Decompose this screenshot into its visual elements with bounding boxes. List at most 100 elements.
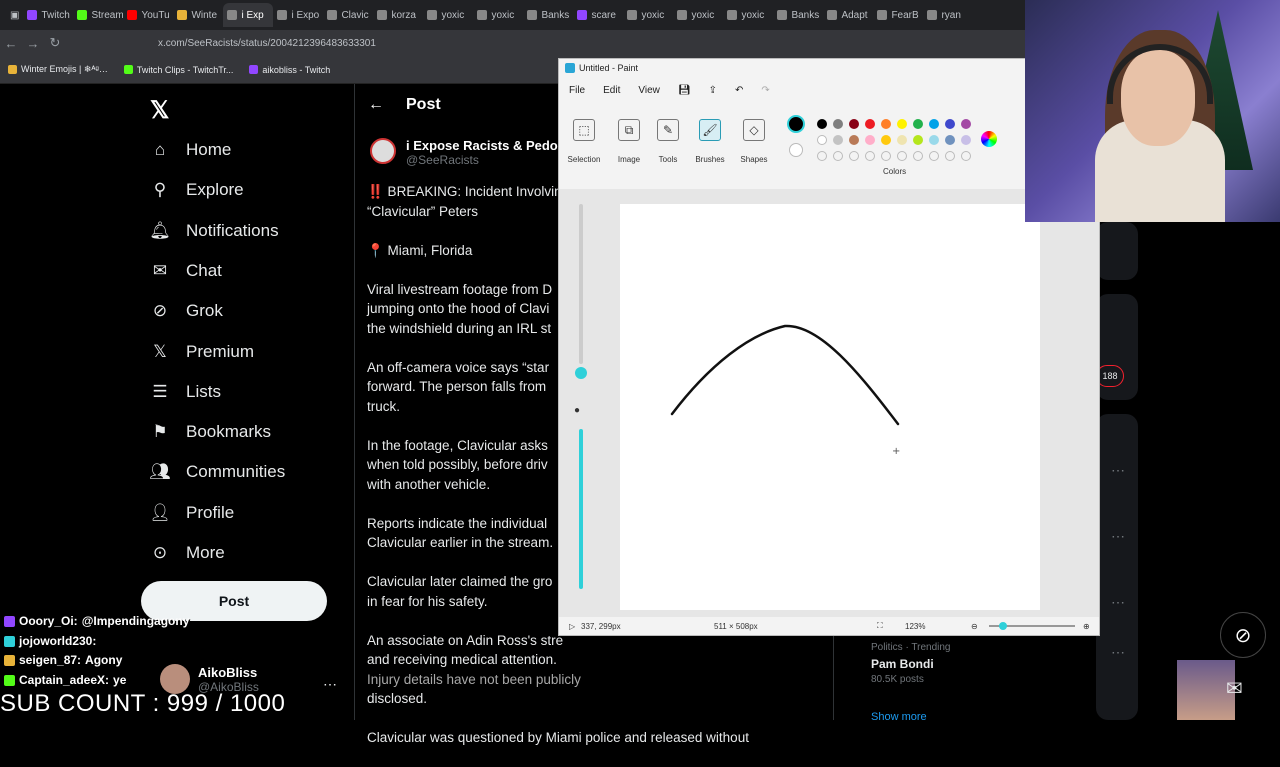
opacity-slider[interactable] xyxy=(579,429,583,589)
color-swatch[interactable] xyxy=(945,135,955,145)
color-swatch[interactable] xyxy=(897,119,907,129)
menu-edit[interactable]: Edit xyxy=(603,85,620,96)
tab-switcher-icon[interactable]: ▣ xyxy=(6,3,23,27)
tools-group[interactable]: ✎ Tools xyxy=(655,119,681,164)
brushes-tool[interactable]: 🖌︎ Brushes xyxy=(693,119,727,164)
author-handle[interactable]: @SeeRacists xyxy=(406,153,565,167)
back-icon[interactable]: ← xyxy=(0,36,22,51)
custom-color-slot[interactable] xyxy=(929,151,939,161)
primary-color[interactable] xyxy=(787,115,805,133)
messages-fab-icon[interactable]: ✉ xyxy=(1226,676,1243,701)
trend-item[interactable]: Politics · Trending Pam Bondi 80.5K post… xyxy=(871,642,950,685)
nav-item-communities[interactable]: 👥︎ Communities xyxy=(149,462,285,482)
nav-item-chat[interactable]: ✉ Chat xyxy=(150,261,222,281)
color-swatch[interactable] xyxy=(897,135,907,145)
color-swatch[interactable] xyxy=(961,119,971,129)
browser-tab[interactable]: Banks xyxy=(773,3,823,27)
color-swatch[interactable] xyxy=(929,119,939,129)
x-logo[interactable]: 𝕏 xyxy=(150,96,169,125)
browser-tab[interactable]: yoxic xyxy=(473,3,523,27)
url-text[interactable]: x.com/SeeRacists/status/2004212396483633… xyxy=(158,38,376,49)
zoom-slider-thumb[interactable] xyxy=(999,622,1007,630)
browser-tab[interactable]: Twitch xyxy=(23,3,73,27)
custom-color-slot[interactable] xyxy=(833,151,843,161)
slider-thumb[interactable] xyxy=(575,367,587,379)
color-swatch[interactable] xyxy=(881,119,891,129)
grok-fab-icon[interactable]: ⊘ xyxy=(1220,612,1266,658)
nav-item-more[interactable]: ⊙ More xyxy=(150,543,225,563)
custom-color-slot[interactable] xyxy=(849,151,859,161)
browser-tab[interactable]: yoxic xyxy=(623,3,673,27)
image-tool[interactable]: ⧉ Image xyxy=(614,119,644,164)
color-picker-icon[interactable] xyxy=(981,131,997,147)
browser-tab[interactable]: yoxic xyxy=(723,3,773,27)
redo-icon[interactable]: ↷ xyxy=(761,85,769,96)
custom-color-slot[interactable] xyxy=(945,151,955,161)
nav-item-grok[interactable]: ⊘ Grok xyxy=(150,301,223,321)
color-swatch[interactable] xyxy=(833,135,843,145)
author-avatar[interactable] xyxy=(370,138,396,164)
nav-item-home[interactable]: ⌂ Home xyxy=(150,140,232,160)
post-author[interactable]: i Expose Racists & Pedos @SeeRacists xyxy=(370,138,565,167)
author-name[interactable]: i Expose Racists & Pedos xyxy=(406,138,565,153)
browser-tab[interactable]: i Exp xyxy=(223,3,274,27)
menu-view[interactable]: View xyxy=(638,85,660,96)
browser-tab[interactable]: Stream xyxy=(73,3,123,27)
browser-tab[interactable]: ryan xyxy=(923,3,973,27)
selection-tool[interactable]: ⬚ Selection xyxy=(567,119,601,164)
more-dots-icon[interactable]: ⋯ xyxy=(323,676,337,693)
drawing-canvas[interactable]: + xyxy=(620,204,1040,610)
share-icon[interactable]: ⇪ xyxy=(709,85,717,96)
color-swatch[interactable] xyxy=(833,119,843,129)
browser-tab[interactable]: Clavic xyxy=(323,3,373,27)
browser-tab[interactable]: Adapt xyxy=(823,3,873,27)
color-swatch[interactable] xyxy=(817,135,827,145)
color-swatch[interactable] xyxy=(945,119,955,129)
custom-color-slot[interactable] xyxy=(961,151,971,161)
more-dots-icon[interactable]: ⋯ xyxy=(1111,462,1125,479)
bookmark-item[interactable]: aikobliss - Twitch xyxy=(249,65,330,75)
browser-tab[interactable]: Winte xyxy=(173,3,223,27)
nav-item-lists[interactable]: ☰ Lists xyxy=(150,382,221,402)
nav-item-bookmarks[interactable]: ⚑ Bookmarks xyxy=(150,422,271,442)
save-icon[interactable]: 💾︎ xyxy=(678,85,691,96)
custom-color-slot[interactable] xyxy=(897,151,907,161)
custom-color-slot[interactable] xyxy=(881,151,891,161)
color-swatch[interactable] xyxy=(865,135,875,145)
nav-item-profile[interactable]: 👤︎ Profile xyxy=(149,503,234,523)
more-dots-icon[interactable]: ⋯ xyxy=(1111,528,1125,545)
browser-tab[interactable]: scare xyxy=(573,3,623,27)
nav-item-explore[interactable]: ⚲ Explore xyxy=(150,180,244,200)
color-swatch[interactable] xyxy=(849,135,859,145)
zoom-in-icon[interactable]: ⊕ xyxy=(1083,622,1090,631)
forward-icon[interactable]: → xyxy=(22,36,44,51)
color-swatch[interactable] xyxy=(817,119,827,129)
custom-color-slot[interactable] xyxy=(913,151,923,161)
color-swatch[interactable] xyxy=(929,135,939,145)
browser-tab[interactable]: yoxic xyxy=(673,3,723,27)
color-swatch[interactable] xyxy=(913,119,923,129)
back-arrow-icon[interactable]: ← xyxy=(368,96,384,114)
brush-size-slider[interactable] xyxy=(579,204,583,364)
browser-tab[interactable]: YouTu xyxy=(123,3,173,27)
bookmark-item[interactable]: Twitch Clips - TwitchTr... xyxy=(123,65,233,75)
color-swatch[interactable] xyxy=(849,119,859,129)
browser-tab[interactable]: FearB xyxy=(873,3,923,27)
menu-file[interactable]: File xyxy=(569,85,585,96)
secondary-color[interactable] xyxy=(789,143,803,157)
browser-tab[interactable]: i Expo xyxy=(273,3,323,27)
undo-icon[interactable]: ↶ xyxy=(735,85,743,96)
notification-badge[interactable]: 188 xyxy=(1096,365,1124,387)
zoom-out-icon[interactable]: ⊖ xyxy=(971,622,978,631)
browser-tab[interactable]: korza xyxy=(373,3,423,27)
custom-color-slot[interactable] xyxy=(817,151,827,161)
color-swatch[interactable] xyxy=(865,119,875,129)
nav-item-notifications[interactable]: 🔔︎ Notifications xyxy=(149,221,278,241)
browser-tab[interactable]: yoxic xyxy=(423,3,473,27)
shapes-tool[interactable]: ◇ Shapes xyxy=(739,119,769,164)
more-dots-icon[interactable]: ⋯ xyxy=(1111,594,1125,611)
nav-item-premium[interactable]: 𝕏 Premium xyxy=(150,342,254,362)
color-swatch[interactable] xyxy=(881,135,891,145)
custom-color-slot[interactable] xyxy=(865,151,875,161)
bookmark-item[interactable]: Winter Emojis | ❄ᴬᵍ… xyxy=(8,64,108,75)
